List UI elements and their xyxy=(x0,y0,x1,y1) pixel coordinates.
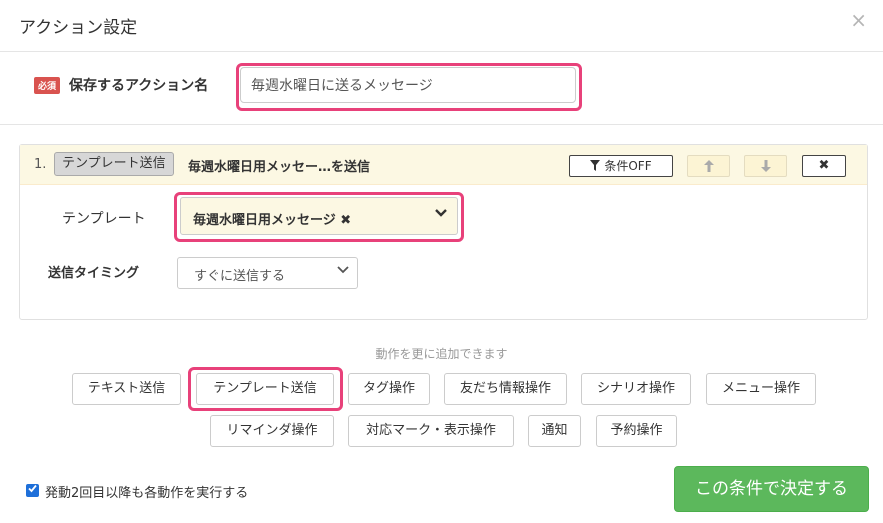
action-header: 1. テンプレート送信 毎週水曜日用メッセー…を送信 条件OFF ✖ xyxy=(20,145,867,185)
action-name-row: 必須 保存するアクション名 xyxy=(0,53,883,125)
add-friend-info-button[interactable]: 友だち情報操作 xyxy=(444,373,567,405)
chevron-down-icon xyxy=(337,263,349,279)
add-text-send-button[interactable]: テキスト送信 xyxy=(72,373,181,405)
condition-toggle-button[interactable]: 条件OFF xyxy=(569,155,673,177)
arrow-up-icon xyxy=(703,160,714,172)
modal-title: アクション設定 xyxy=(19,18,138,38)
action-title: 毎週水曜日用メッセー…を送信 xyxy=(188,160,371,175)
move-up-button[interactable] xyxy=(687,155,730,177)
repeat-checkbox[interactable] xyxy=(26,484,39,497)
submit-button[interactable]: この条件で決定する xyxy=(674,466,869,512)
repeat-checkbox-label: 発動2回目以降も各動作を実行する xyxy=(45,486,249,501)
add-tag-action-button[interactable]: タグ操作 xyxy=(348,373,430,405)
template-label: テンプレート xyxy=(62,211,146,227)
delete-action-button[interactable]: ✖ xyxy=(802,155,846,177)
template-select[interactable]: 毎週水曜日用メッセージ ✖ xyxy=(180,197,458,235)
condition-toggle-label: 条件OFF xyxy=(604,159,652,173)
add-action-hint: 動作を更に追加できます xyxy=(375,347,508,361)
step-number: 1. xyxy=(34,157,47,172)
modal-header: アクション設定 × xyxy=(0,0,883,52)
action-panel: 1. テンプレート送信 毎週水曜日用メッセー…を送信 条件OFF ✖ テンプレー… xyxy=(19,144,868,320)
action-type-tag: テンプレート送信 xyxy=(54,152,174,176)
check-icon xyxy=(28,484,37,493)
add-notify-button[interactable]: 通知 xyxy=(528,415,581,447)
arrow-down-icon xyxy=(760,160,771,172)
required-badge: 必須 xyxy=(34,77,61,94)
chevron-down-icon xyxy=(435,206,447,222)
add-scenario-button[interactable]: シナリオ操作 xyxy=(581,373,691,405)
action-name-label: 保存するアクション名 xyxy=(69,78,209,94)
close-icon: ✖ xyxy=(818,158,830,173)
timing-select-value: すぐに送信する xyxy=(194,269,286,284)
add-template-send-button[interactable]: テンプレート送信 xyxy=(196,373,334,405)
timing-select[interactable]: すぐに送信する xyxy=(177,257,358,289)
add-menu-button[interactable]: メニュー操作 xyxy=(706,373,816,405)
action-name-input[interactable] xyxy=(240,67,576,103)
timing-label: 送信タイミング xyxy=(48,266,140,281)
move-down-button[interactable] xyxy=(744,155,787,177)
add-mark-display-button[interactable]: 対応マーク・表示操作 xyxy=(348,415,514,447)
filter-icon xyxy=(590,160,601,171)
template-select-value: 毎週水曜日用メッセージ ✖ xyxy=(193,213,352,228)
add-reminder-button[interactable]: リマインダ操作 xyxy=(210,415,334,447)
close-icon[interactable]: × xyxy=(850,10,867,30)
add-reservation-button[interactable]: 予約操作 xyxy=(596,415,677,447)
